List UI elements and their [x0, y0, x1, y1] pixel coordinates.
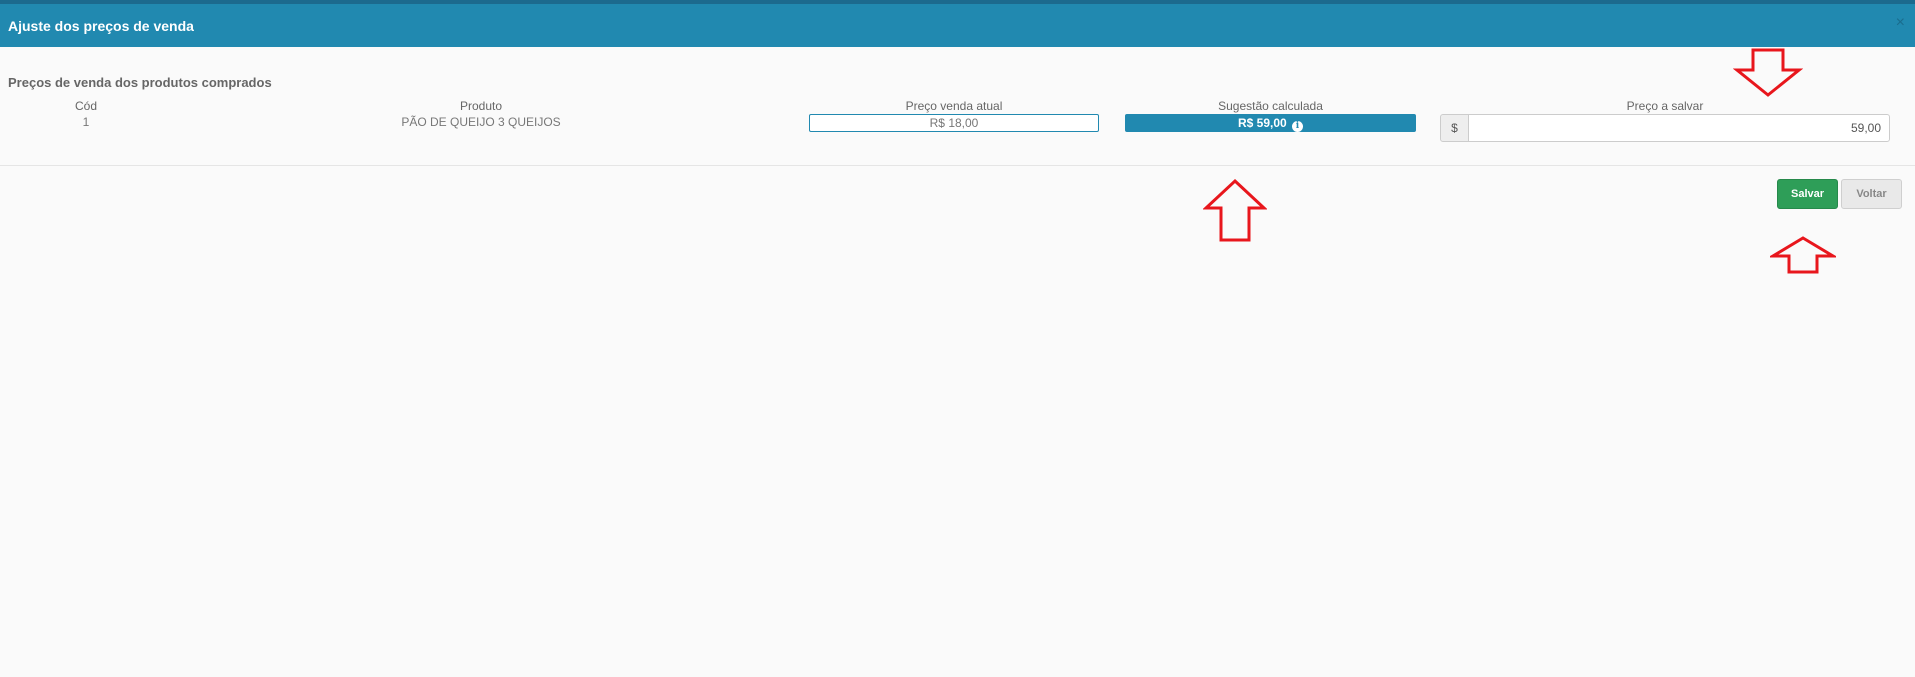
- modal-header: Ajuste dos preços de venda ×: [0, 4, 1915, 47]
- suggestion-button[interactable]: R$ 59,00 i: [1125, 114, 1416, 132]
- price-to-save-input[interactable]: [1468, 114, 1890, 142]
- back-button[interactable]: Voltar: [1841, 179, 1902, 209]
- header-code: Cód: [74, 99, 97, 113]
- current-price-value: R$ 18,00: [929, 116, 979, 130]
- divider: [0, 165, 1915, 166]
- info-icon[interactable]: i: [1292, 121, 1304, 132]
- header-price-to-save: Preço a salvar: [1626, 99, 1704, 113]
- header-product: Produto: [459, 99, 503, 113]
- header-suggestion: Sugestão calculada: [1218, 99, 1323, 113]
- current-price-field: R$ 18,00: [809, 114, 1099, 132]
- modal-title: Ajuste dos preços de venda: [8, 18, 194, 34]
- header-current-price: Preço venda atual: [905, 99, 1003, 113]
- cell-product: PÃO DE QUEIJO 3 QUEIJOS: [401, 115, 561, 129]
- arrow-down-icon: [1733, 48, 1803, 97]
- arrow-up-icon: [1203, 178, 1267, 242]
- cell-code: 1: [82, 115, 90, 129]
- price-to-save-group: $: [1440, 114, 1890, 142]
- close-icon[interactable]: ×: [1896, 14, 1905, 32]
- section-title: Preços de venda dos produtos comprados: [8, 75, 272, 90]
- save-button[interactable]: Salvar: [1777, 179, 1838, 209]
- suggestion-value: R$ 59,00: [1237, 116, 1287, 130]
- arrow-up-icon-save: [1770, 236, 1836, 274]
- currency-addon: $: [1440, 114, 1469, 142]
